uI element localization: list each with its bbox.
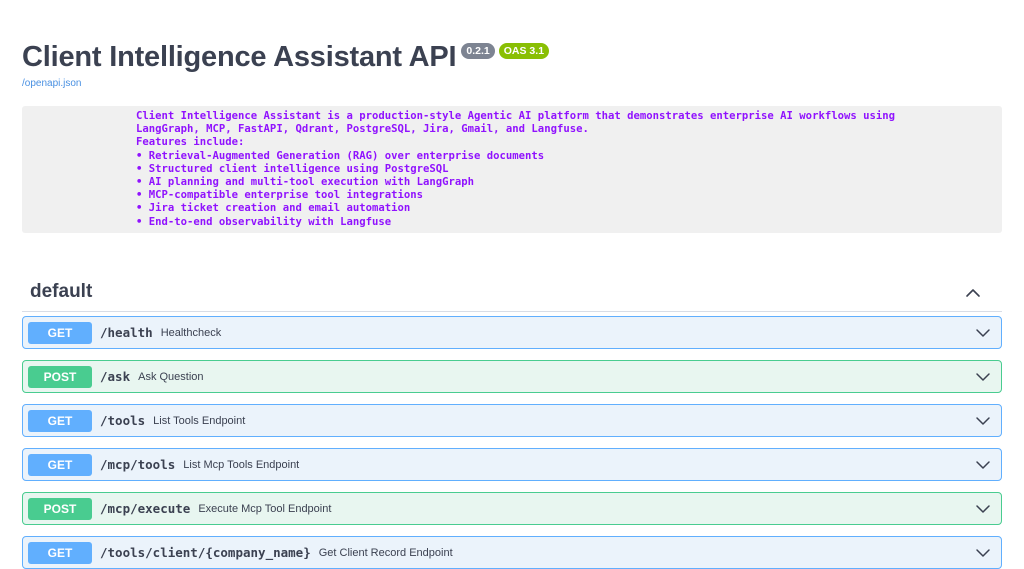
- operation-get-mcp-tools[interactable]: GET /mcp/tools List Mcp Tools Endpoint: [22, 448, 1002, 481]
- description-line: Features include:: [136, 136, 245, 149]
- chevron-up-icon[interactable]: [964, 284, 982, 302]
- title-row: Client Intelligence Assistant API 0.2.1 …: [22, 38, 550, 76]
- method-badge: GET: [28, 321, 92, 344]
- operation-path: /mcp/execute: [100, 501, 191, 516]
- api-description: Client Intelligence Assistant is a produ…: [22, 106, 1002, 233]
- operation-summary: Get Client Record Endpoint: [318, 546, 453, 559]
- oas-badge: OAS 3.1: [498, 43, 550, 59]
- chevron-down-icon[interactable]: [975, 457, 991, 473]
- description-line: • Retrieval-Augmented Generation (RAG) o…: [136, 149, 545, 162]
- operation-get-health[interactable]: GET /health Healthcheck: [22, 316, 1002, 349]
- method-badge: POST: [28, 365, 92, 388]
- operation-summary: Execute Mcp Tool Endpoint: [198, 502, 332, 515]
- description-line: • Structured client intelligence using P…: [136, 162, 449, 175]
- api-header: Client Intelligence Assistant API 0.2.1 …: [22, 38, 550, 76]
- description-line: • Jira ticket creation and email automat…: [136, 202, 411, 215]
- chevron-down-icon[interactable]: [975, 325, 991, 341]
- description-line: • MCP-compatible enterprise tool integra…: [136, 189, 424, 202]
- section-default-header[interactable]: default: [22, 276, 1002, 312]
- description-line: Client Intelligence Assistant is a produ…: [136, 110, 895, 122]
- operation-path: /mcp/tools: [100, 457, 176, 472]
- operation-post-mcp-execute[interactable]: POST /mcp/execute Execute Mcp Tool Endpo…: [22, 492, 1002, 525]
- chevron-down-icon[interactable]: [975, 545, 991, 561]
- chevron-down-icon[interactable]: [975, 413, 991, 429]
- version-badge: 0.2.1: [461, 43, 495, 59]
- operation-path: /tools/client/{company_name}: [100, 545, 311, 560]
- description-line: LangGraph, MCP, FastAPI, Qdrant, Postgre…: [136, 123, 589, 136]
- chevron-down-icon[interactable]: [975, 501, 991, 517]
- operation-summary: Healthcheck: [160, 326, 222, 339]
- method-badge: GET: [28, 541, 92, 564]
- operation-post-ask[interactable]: POST /ask Ask Question: [22, 360, 1002, 393]
- operation-get-client-record[interactable]: GET /tools/client/{company_name} Get Cli…: [22, 536, 1002, 569]
- openapi-json-link[interactable]: /openapi.json: [22, 78, 82, 89]
- operation-summary: List Mcp Tools Endpoint: [183, 458, 300, 471]
- chevron-down-icon[interactable]: [975, 369, 991, 385]
- operation-path: /ask: [100, 369, 131, 384]
- method-badge: GET: [28, 409, 92, 432]
- description-line: • End-to-end observability with Langfuse: [136, 215, 392, 228]
- operation-path: /health: [100, 325, 153, 340]
- section-title: default: [30, 281, 93, 302]
- description-line: • AI planning and multi-tool execution w…: [136, 176, 475, 189]
- description-lines: Client Intelligence Assistant is a produ…: [136, 110, 895, 229]
- operation-summary: List Tools Endpoint: [153, 414, 246, 427]
- operation-get-tools[interactable]: GET /tools List Tools Endpoint: [22, 404, 1002, 437]
- method-badge: POST: [28, 497, 92, 520]
- operation-summary: Ask Question: [138, 370, 204, 383]
- page-title: Client Intelligence Assistant API: [22, 41, 457, 73]
- method-badge: GET: [28, 453, 92, 476]
- operation-path: /tools: [100, 413, 146, 428]
